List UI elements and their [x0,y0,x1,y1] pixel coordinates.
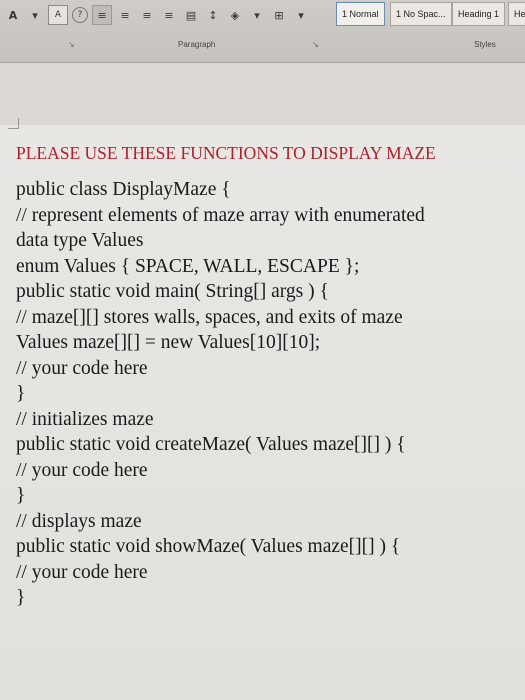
dropdown-arrow-icon[interactable]: ▾ [248,6,266,24]
code-line[interactable]: } [16,485,25,507]
code-line[interactable]: // represent elements of maze array with… [16,205,425,227]
dropdown-arrow-icon[interactable]: ▾ [292,6,310,24]
code-line[interactable]: public static void showMaze( Values maze… [16,536,400,558]
line-spacing-icon[interactable]: ↕ [204,6,222,24]
code-line[interactable]: data type Values [16,230,143,252]
code-line[interactable]: // displays maze [16,511,142,533]
dropdown-arrow-icon[interactable]: ▾ [26,6,44,24]
font-color-icon[interactable]: A [4,6,22,24]
code-line[interactable]: public static void createMaze( Values ma… [16,434,406,456]
code-line[interactable]: public class DisplayMaze { [16,179,231,201]
help-icon[interactable]: ? [72,7,88,23]
borders-icon[interactable]: ⊞ [270,6,288,24]
code-line[interactable]: } [16,587,25,609]
code-line[interactable]: // your code here [16,358,148,380]
align-right-icon[interactable]: ≡ [138,6,156,24]
margin-marker [8,118,19,129]
code-line[interactable]: Values maze[][] = new Values[10][10]; [16,332,320,354]
style-heading-2[interactable]: He [508,2,525,26]
align-center-icon[interactable]: ≡ [116,6,134,24]
style-label: 1 Normal [342,9,379,19]
style-label: He [514,9,525,19]
ribbon: A ▾ A ? ≡ ≡ ≡ ≡ ▤ ↕ ◈ ▾ ⊞ ▾ 1 Normal 1 N… [0,0,525,63]
code-line[interactable]: // your code here [16,562,148,584]
code-line[interactable]: enum Values { SPACE, WALL, ESCAPE }; [16,256,359,278]
font-toolbar: A ▾ A ? [4,4,92,26]
highlight-icon[interactable]: A [48,5,68,25]
document-heading[interactable]: PLEASE USE THESE FUNCTIONS TO DISPLAY MA… [16,143,436,164]
styles-group-label: Styles [474,40,496,49]
font-dialog-launcher-icon[interactable]: ↘ [68,40,75,49]
style-label: Heading 1 [458,9,500,19]
code-line[interactable]: // initializes maze [16,409,154,431]
paragraph-toolbar: ≡ ≡ ≡ ≡ ▤ ↕ ◈ ▾ ⊞ ▾ [92,4,314,26]
paragraph-group-label: Paragraph [178,40,216,49]
style-label: 1 No Spac... [396,9,446,19]
paragraph-dialog-launcher-icon[interactable]: ↘ [312,40,319,49]
justify-icon[interactable]: ≡ [160,6,178,24]
style-normal[interactable]: 1 Normal [336,2,385,26]
document-canvas [0,63,525,125]
code-line[interactable]: public static void main( String[] args )… [16,281,329,303]
align-left-icon[interactable]: ≡ [92,5,112,25]
style-heading-1[interactable]: Heading 1 [452,2,506,26]
style-no-spacing[interactable]: 1 No Spac... [390,2,452,26]
columns-icon[interactable]: ▤ [182,6,200,24]
code-line[interactable]: // maze[][] stores walls, spaces, and ex… [16,307,403,329]
shading-icon[interactable]: ◈ [226,6,244,24]
code-line[interactable]: // your code here [16,460,148,482]
code-line[interactable]: } [16,383,25,405]
